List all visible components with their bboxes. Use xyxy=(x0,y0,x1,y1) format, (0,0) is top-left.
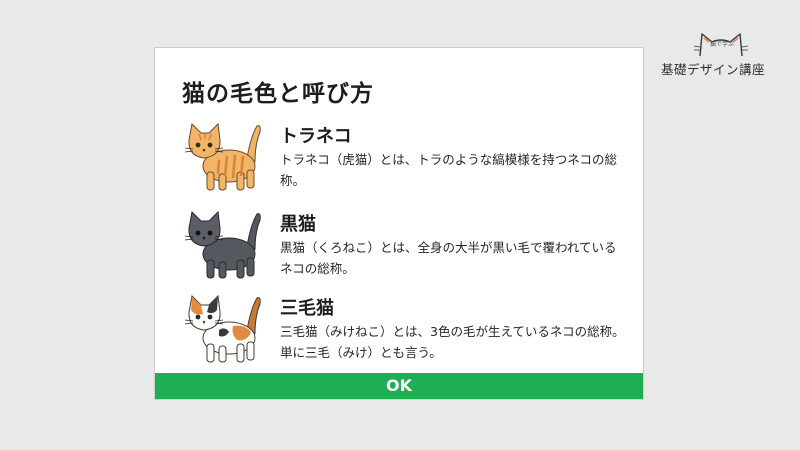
cat-entry: 黒猫 黒猫（くろねこ）とは、全身の大半が黒い毛で覆われているネコの総称。 xyxy=(181,206,631,288)
ok-button[interactable]: OK xyxy=(155,373,643,399)
cat-entry: トラネコ トラネコ（虎猫）とは、トラのような縞模様を持つネコの総称。 xyxy=(181,118,631,200)
logo-title: 基礎デザイン講座 xyxy=(660,62,765,77)
calico-cat-icon xyxy=(184,294,261,363)
cat-coat-dialog: 猫の毛色と呼び方 トラネコ トラネコ（虎猫）とは、トラのような縞模様を持つネコの… xyxy=(154,47,644,400)
entry-description: 黒猫（くろねこ）とは、全身の大半が黒い毛で覆われているネコの総称。 xyxy=(280,240,617,276)
logo-subtitle: 猫で学ぶ xyxy=(709,41,734,48)
entry-title: 黒猫 xyxy=(280,214,316,235)
entry-description: 三毛猫（みけねこ）とは、3色の毛が生えているネコの総称。単に三毛（みけ）とも言う… xyxy=(280,324,625,360)
cat-entry: 三毛猫 三毛猫（みけねこ）とは、3色の毛が生えているネコの総称。単に三毛（みけ）… xyxy=(181,290,631,372)
dialog-title: 猫の毛色と呼び方 xyxy=(182,81,374,107)
entry-title: 三毛猫 xyxy=(280,298,334,319)
orange-tabby-cat-icon xyxy=(184,122,261,191)
course-logo: 猫で学ぶ 基礎デザイン講座 xyxy=(652,26,772,86)
entry-title: トラネコ xyxy=(280,126,352,147)
entry-description: トラネコ（虎猫）とは、トラのような縞模様を持つネコの総称。 xyxy=(280,152,618,188)
black-cat-icon xyxy=(184,210,261,279)
